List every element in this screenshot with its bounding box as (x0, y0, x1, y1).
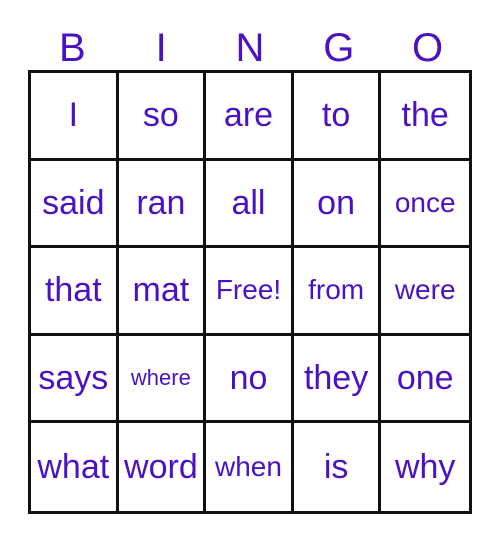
bingo-cell-r1c3[interactable]: are (206, 73, 294, 161)
bingo-cell-r5c5[interactable]: why (381, 423, 469, 511)
bingo-grid: I so are to the said ran all on once tha… (28, 70, 472, 514)
bingo-cell-label: when (215, 451, 282, 483)
bingo-cell-r1c1[interactable]: I (31, 73, 119, 161)
bingo-cell-label: I (68, 96, 79, 135)
bingo-cell-label: once (394, 186, 456, 218)
bingo-cell-label: were (394, 274, 456, 306)
bingo-cell-r1c2[interactable]: so (118, 73, 207, 161)
bingo-cell-label: from (308, 274, 365, 306)
bingo-cell-r4c5[interactable]: one (381, 335, 469, 424)
bingo-cell-label: says (38, 359, 109, 398)
bingo-cell-r5c3[interactable]: when (206, 423, 294, 511)
bingo-header-letter-b: B (59, 26, 86, 70)
bingo-cell-r2c4[interactable]: on (293, 160, 382, 249)
bingo-cell-r3c1[interactable]: that (31, 248, 119, 336)
bingo-cell-label: is (323, 448, 349, 487)
bingo-cell-label: so (142, 96, 179, 135)
bingo-header-letter-g: G (323, 26, 355, 70)
bingo-cell-r2c5[interactable]: once (381, 160, 469, 249)
bingo-free-label: Free! (215, 274, 282, 306)
bingo-cell-free-space[interactable]: Free! (206, 248, 294, 336)
bingo-cell-label: where (130, 365, 191, 391)
bingo-cell-r1c4[interactable]: to (293, 73, 382, 161)
bingo-cell-r3c5[interactable]: were (381, 248, 469, 336)
bingo-cell-label: that (44, 271, 102, 310)
bingo-header-row: B I N G O (28, 18, 472, 70)
bingo-cell-label: said (42, 183, 105, 222)
bingo-header-letter-n: N (235, 26, 265, 70)
bingo-header-letter-i: I (155, 26, 167, 70)
bingo-cell-label: word (124, 448, 198, 487)
bingo-cell-r5c2[interactable]: word (118, 423, 207, 511)
bingo-cell-r2c2[interactable]: ran (118, 160, 207, 249)
bingo-header-letter-o: O (412, 26, 444, 70)
bingo-cell-label: no (229, 359, 268, 398)
bingo-cell-label: why (394, 448, 456, 487)
bingo-cell-r5c1[interactable]: what (31, 423, 119, 511)
bingo-cell-label: to (321, 96, 351, 135)
bingo-cell-r1c5[interactable]: the (381, 73, 469, 161)
bingo-cell-label: all (231, 183, 266, 222)
bingo-cell-r2c3[interactable]: all (206, 160, 294, 249)
bingo-cell-label: are (223, 96, 274, 135)
bingo-cell-label: what (37, 448, 110, 487)
bingo-cell-label: they (303, 359, 369, 398)
bingo-cell-r4c2[interactable]: where (118, 335, 207, 424)
bingo-cell-label: ran (136, 183, 186, 222)
bingo-cell-r5c4[interactable]: is (293, 423, 382, 511)
bingo-cell-r4c4[interactable]: they (293, 335, 382, 424)
bingo-cell-label: the (401, 96, 449, 135)
bingo-cell-r3c2[interactable]: mat (118, 248, 207, 336)
bingo-cell-label: on (317, 183, 355, 222)
bingo-cell-r4c1[interactable]: says (31, 335, 119, 424)
bingo-card: B I N G O I so are to the said ran all o… (0, 0, 501, 544)
bingo-cell-label: mat (132, 271, 190, 310)
bingo-cell-r4c3[interactable]: no (206, 335, 294, 424)
bingo-cell-r2c1[interactable]: said (31, 160, 119, 249)
bingo-cell-r3c4[interactable]: from (293, 248, 382, 336)
bingo-cell-label: one (396, 359, 454, 398)
